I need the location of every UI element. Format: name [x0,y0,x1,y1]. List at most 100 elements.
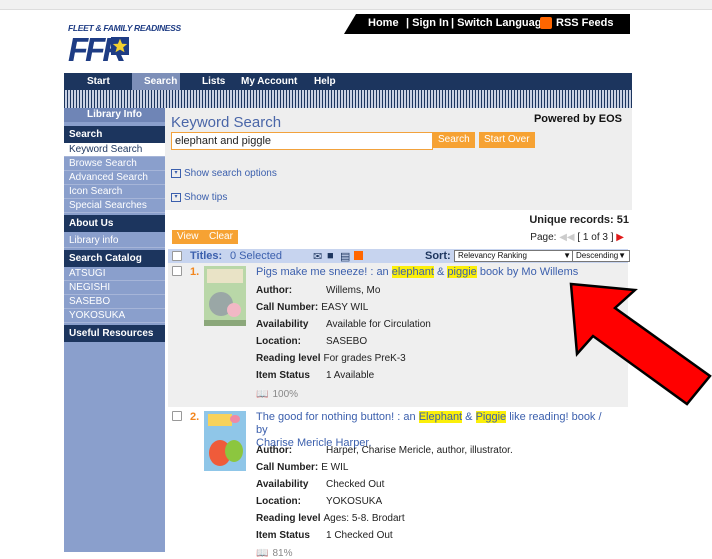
sidebar-search-header: Search [64,126,165,143]
search-input[interactable]: elephant and piggle [171,132,433,150]
availability-row: Availability Checked Out [256,479,384,490]
availability-label: Availability [256,479,309,490]
main-nav: Start Search Lists My Account Help [64,73,632,90]
first-page-icon[interactable]: ◀◀ [559,232,574,243]
sort-order-select[interactable]: Descending ▼ [572,250,630,262]
sidebar-item-icon-search[interactable]: Icon Search [64,185,165,199]
nav-start[interactable]: Start [87,76,110,87]
result-checkbox[interactable] [172,266,182,276]
relevance-row: 📖 100% [256,389,298,400]
home-link[interactable]: Home [368,17,399,29]
sidebar-item-atsugi[interactable]: ATSUGI [64,267,165,281]
title-text: & [433,266,448,278]
relevance-row: 📖 81% [256,548,292,559]
sidebar-item-keyword-search[interactable]: Keyword Search [64,143,165,157]
sort-order-value: Descending [576,251,619,260]
show-search-options[interactable]: ▾ Show search options [171,168,277,179]
author-row: Author: Willems, Mo [256,285,380,296]
sidebar-item-advanced-search[interactable]: Advanced Search [64,171,165,185]
call-number-value: EASY WIL [321,302,369,313]
nav-help[interactable]: Help [314,76,336,87]
nav-my-account[interactable]: My Account [241,76,297,87]
reading-level-row: Reading level Ages: 5-8. Brodart [256,513,405,524]
reading-level-value: Ages: 5-8. Brodart [323,513,405,524]
reading-level-label: Reading level [256,353,321,364]
item-status-value: 1 Checked Out [326,530,393,541]
save-icon[interactable]: ■ [327,250,334,262]
browser-top-strip [0,0,712,10]
sidebar-useful-resources[interactable]: Useful Resources [64,325,165,342]
show-search-options-label: Show search options [184,168,277,179]
item-status-row: Item Status 1 Available [256,370,374,381]
clear-button[interactable]: Clear [204,230,238,244]
sidebar-about-header: About Us [64,215,165,232]
item-status-value: 1 Available [326,370,375,381]
main-content: Keyword Search Powered by EOS elephant a… [165,108,632,559]
location-value: YOKOSUKA [326,496,383,507]
sidebar-library-info[interactable]: Library Info [64,108,165,122]
chevron-down-icon: ▼ [618,251,626,260]
sidebar-item-sasebo[interactable]: SASEBO [64,295,165,309]
search-button[interactable]: Search [433,132,475,148]
nav-search[interactable]: Search [144,76,177,87]
expand-icon: ▾ [171,168,181,178]
location-row: Location: SASEBO [256,336,367,347]
call-number-label: Call Number: [256,462,319,473]
ffr-logo[interactable]: FLEET & FAMILY READINESS FFR [68,23,181,66]
item-status-row: Item Status 1 Checked Out [256,530,393,541]
book-cover-image[interactable] [204,411,246,471]
show-tips[interactable]: ▾ Show tips [171,192,227,203]
view-button[interactable]: View [172,230,204,244]
author-label: Author: [256,445,293,456]
unique-records: Unique records: 51 [529,214,629,226]
sidebar-item-yokosuka[interactable]: YOKOSUKA [64,309,165,323]
print-icon[interactable]: ▤ [340,250,350,263]
title-text: The good for nothing button! : an [256,411,419,423]
sidebar-item-special-searches[interactable]: Special Searches [64,199,165,213]
sidebar-item-browse-search[interactable]: Browse Search [64,157,165,171]
sidebar-item-library-info[interactable]: Library info [64,234,165,248]
show-tips-label: Show tips [184,192,228,203]
result-checkbox[interactable] [172,411,182,421]
location-label: Location: [256,336,301,347]
sort-by-select[interactable]: Relevancy Ranking ▼ [454,250,575,262]
location-label: Location: [256,496,301,507]
sort-by-value: Relevancy Ranking [458,251,527,260]
page-label: Page: [530,232,557,243]
next-page-icon[interactable]: ▶ [616,232,624,243]
rss-feeds-link[interactable]: RSS Feeds [556,17,613,29]
result-title-link[interactable]: Pigs make me sneeze! : an elephant & pig… [256,266,616,279]
title-highlight: piggie [447,266,477,278]
sidebar-item-negishi[interactable]: NEGISHI [64,281,165,295]
author-label: Author: [256,285,293,296]
select-all-checkbox[interactable] [172,251,182,261]
book-icon: 📖 [256,389,269,400]
availability-row: Availability Available for Circulation [256,319,431,330]
call-number-label: Call Number: [256,302,319,313]
start-over-button[interactable]: Start Over [479,132,535,148]
titles-bar: Titles: 0 Selected ✉ ■ ▤ Sort: Relevancy… [168,249,630,263]
selected-count: 0 Selected [230,250,282,262]
book-cover-image[interactable] [204,266,246,326]
email-icon[interactable]: ✉ [313,250,322,263]
search-panel: Keyword Search Powered by EOS elephant a… [165,108,632,210]
titles-label: Titles: [190,250,223,262]
title-highlight: elephant [391,266,434,278]
location-value: SASEBO [326,336,368,347]
page-info: [ 1 of 3 ] [577,232,614,243]
result-item-2: 2. The good for nothing button! : an Ele… [168,408,628,559]
rss-icon[interactable] [354,251,363,260]
rss-icon[interactable] [540,17,552,29]
sign-in-link[interactable]: | Sign In [406,17,449,29]
red-arrow-annotation [569,282,712,406]
nav-lists[interactable]: Lists [202,76,225,87]
title-text: Pigs make me sneeze! : an [256,266,392,278]
book-icon: 📖 [256,548,269,559]
relevance-value: 81% [272,548,293,559]
location-row: Location: YOKOSUKA [256,496,382,507]
sort-label: Sort: [425,250,451,262]
switch-language-link[interactable]: | Switch Language [451,17,548,29]
star-icon [111,37,129,55]
title-text: book by Mo Willems [476,266,579,278]
title-highlight: Piggie [475,411,507,423]
